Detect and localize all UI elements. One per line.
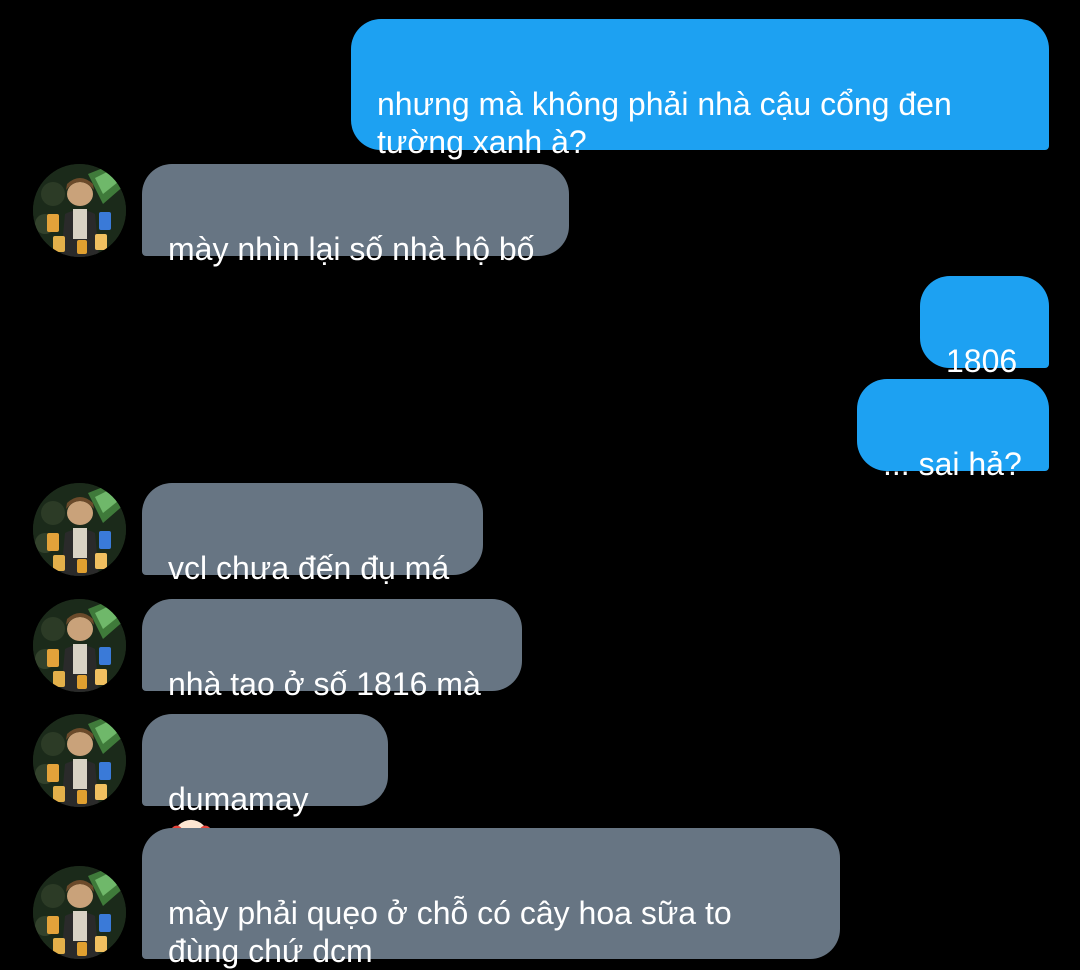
message-bubble-sent[interactable]: nhưng mà không phải nhà cậu cổng đen tườ… — [351, 19, 1049, 160]
message-text: mày nhìn lại số nhà hộ bố — [168, 231, 535, 267]
contact-avatar[interactable] — [33, 483, 126, 576]
message-text: nhưng mà không phải nhà cậu cổng đen tườ… — [377, 86, 952, 160]
message-text: ... sai hả? — [883, 446, 1022, 482]
message-text: vcl chưa đến đụ má — [168, 550, 450, 586]
message-text: dumamay — [168, 781, 309, 817]
contact-avatar[interactable] — [33, 866, 126, 959]
message-bubble-received[interactable]: dumamay — [142, 714, 388, 855]
message-bubble-sent[interactable]: ... sai hả? — [857, 379, 1049, 482]
contact-avatar[interactable] — [33, 599, 126, 692]
contact-avatar[interactable] — [33, 714, 126, 807]
message-text: nhà tao ở số 1816 mà — [168, 666, 481, 702]
message-bubble-received[interactable]: vcl chưa đến đụ má — [142, 483, 483, 586]
message-text: 1806 — [946, 343, 1018, 379]
message-bubble-received[interactable]: mày phải quẹo ở chỗ có cây hoa sữa to đù… — [142, 828, 840, 969]
message-text: mày phải quẹo ở chỗ có cây hoa sữa to đù… — [168, 895, 732, 969]
contact-avatar[interactable] — [33, 164, 126, 257]
message-bubble-sent[interactable]: 1806 — [920, 276, 1049, 379]
message-bubble-received[interactable]: nhà tao ở số 1816 mà — [142, 599, 522, 702]
message-bubble-received[interactable]: mày nhìn lại số nhà hộ bố — [142, 164, 569, 267]
